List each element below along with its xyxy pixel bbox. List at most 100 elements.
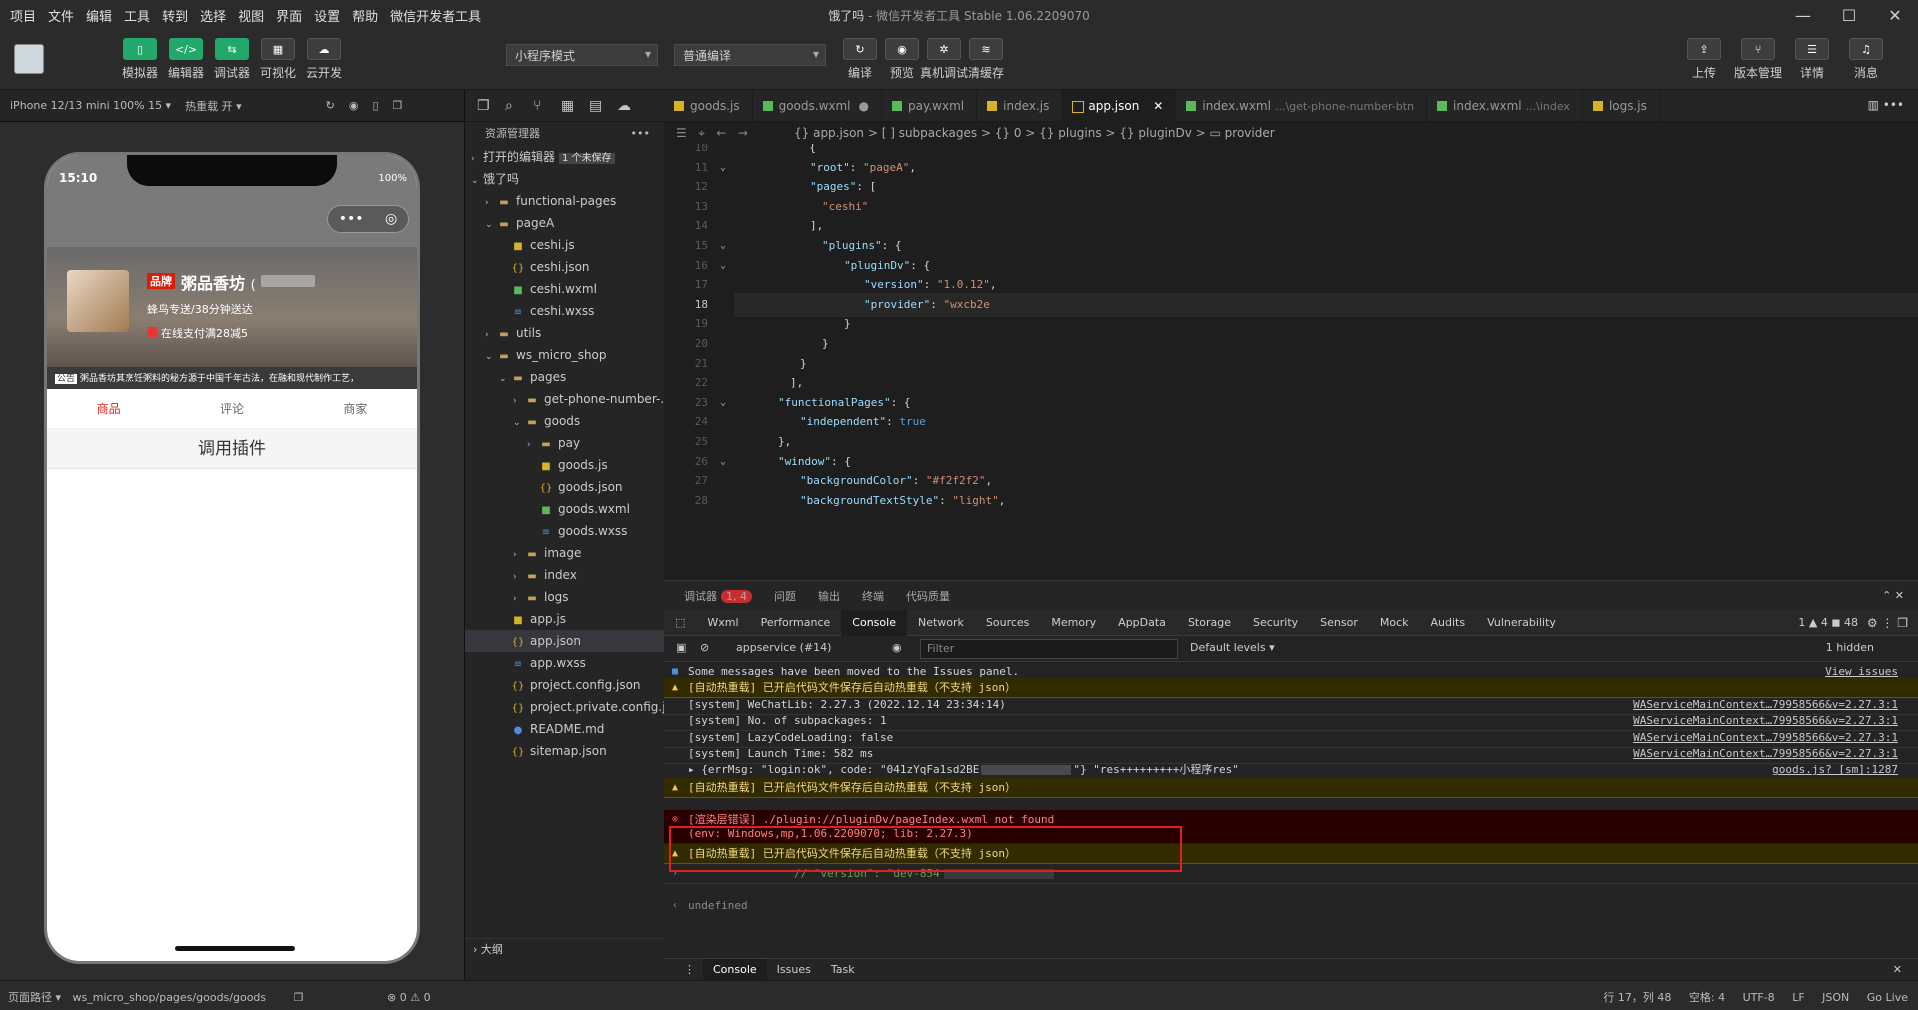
devtools-tab-audits[interactable]: Audits <box>1420 610 1477 636</box>
sidebar-toggle-icon[interactable]: ▣ <box>676 641 686 654</box>
menu-item[interactable]: 帮助 <box>352 6 378 25</box>
eol[interactable]: LF <box>1792 991 1804 1004</box>
refresh-icon[interactable]: ↻ <box>326 99 335 112</box>
editor-tab[interactable]: goods.wxml ● <box>753 90 882 122</box>
file-tree-item[interactable]: ⌄ ▬ goods <box>465 410 664 432</box>
debug-tab[interactable]: 输出 <box>818 588 840 604</box>
editor-tab[interactable]: index.wxml ...\index <box>1427 90 1583 122</box>
encoding[interactable]: UTF-8 <box>1743 991 1775 1004</box>
file-tree-item[interactable]: › ▬ get-phone-number-... <box>465 388 664 410</box>
hot-reload-toggle[interactable]: 热重载 开 ▾ <box>185 98 242 114</box>
debug-tab[interactable]: 代码质量 <box>906 588 950 604</box>
project-root[interactable]: ⌄ 饿了吗 <box>465 168 664 190</box>
debug-tab[interactable]: 问题 <box>774 588 796 604</box>
devtools-tab-storage[interactable]: Storage <box>1177 610 1242 636</box>
more-icon[interactable]: ••• <box>339 211 364 227</box>
file-tree-item[interactable]: ≡ goods.wxss <box>465 520 664 542</box>
menu-item[interactable]: 微信开发者工具 <box>390 6 481 25</box>
page-path-select[interactable]: 页面路径 ▾ <box>8 991 61 1004</box>
devtools-tab-memory[interactable]: Memory <box>1040 610 1107 636</box>
call-plugin-button[interactable]: 调用插件 <box>47 429 417 469</box>
devtools-tab-performance[interactable]: Performance <box>750 610 842 636</box>
editor-tab[interactable]: goods.js <box>664 90 753 122</box>
open-editors-section[interactable]: › 打开的编辑器 1 个未保存 <box>465 146 664 168</box>
eye-icon[interactable]: ◉ <box>892 641 902 654</box>
menu-item[interactable]: 选择 <box>200 6 226 25</box>
minimize-icon[interactable]: — <box>1780 0 1826 30</box>
settings-icon[interactable]: ⚙ ⋮ ❐ <box>1867 616 1908 630</box>
copy-icon[interactable]: ❐ <box>294 991 304 1004</box>
drawer-tab[interactable]: Task <box>821 959 865 981</box>
compile-button[interactable]: ↻ 编译 <box>836 38 884 81</box>
record-icon[interactable]: ◉ <box>349 99 359 112</box>
problems-count[interactable]: ⊗ 0 ⚠ 0 <box>387 991 431 1004</box>
device-select[interactable]: iPhone 12/13 mini 100% 15 ▾ <box>10 99 171 112</box>
devtools-tab-appdata[interactable]: AppData <box>1107 610 1177 636</box>
file-tree-item[interactable]: {} app.json <box>465 630 664 652</box>
mini-program-capsule[interactable]: ••• ◎ <box>327 205 409 233</box>
devtools-tab-network[interactable]: Network <box>907 610 975 636</box>
more-icon[interactable]: ••• <box>1879 98 1904 112</box>
file-tree-item[interactable]: ≡ app.wxss <box>465 652 664 674</box>
file-tree-item[interactable]: ■ ceshi.js <box>465 234 664 256</box>
mode-select[interactable]: 小程序模式 <box>506 44 658 66</box>
language-mode[interactable]: JSON <box>1822 991 1849 1004</box>
maximize-icon[interactable]: ☐ <box>1826 0 1872 30</box>
editor-tab[interactable]: index.wxml ...\get-phone-number-btn <box>1176 90 1428 122</box>
file-tree-item[interactable]: {} goods.json <box>465 476 664 498</box>
visual-toggle-button[interactable]: ▦ 可视化 <box>254 38 302 81</box>
preview-button[interactable]: ◉ 预览 <box>878 38 926 81</box>
menu-item[interactable]: 设置 <box>314 6 340 25</box>
close-circle-icon[interactable]: ◎ <box>385 211 397 227</box>
code-toggle-button[interactable]: </> 编辑器 <box>162 38 210 81</box>
file-tree-item[interactable]: ⌄ ▬ ws_micro_shop <box>465 344 664 366</box>
shop-tab[interactable]: 商品 <box>47 389 170 428</box>
file-tree-item[interactable]: ■ goods.wxml <box>465 498 664 520</box>
devtools-tab-console[interactable]: Console <box>841 609 907 636</box>
menu-item[interactable]: 工具 <box>124 6 150 25</box>
breadcrumb-nav-icons[interactable]: ☰ ⌖ ← → <box>676 122 748 144</box>
menu-item[interactable]: 文件 <box>48 6 74 25</box>
file-tree-item[interactable]: › ▬ image <box>465 542 664 564</box>
devtools-tab-sources[interactable]: Sources <box>975 610 1041 636</box>
window-icon[interactable]: ❐ <box>393 99 403 112</box>
file-tree-item[interactable]: ≡ ceshi.wxss <box>465 300 664 322</box>
shop-tab[interactable]: 评论 <box>170 389 293 428</box>
source-control-icon[interactable]: ⑂ <box>533 98 561 114</box>
devtools-tab-mock[interactable]: Mock <box>1369 610 1420 636</box>
file-tree-item[interactable]: › ▬ logs <box>465 586 664 608</box>
outline-section[interactable]: › 大纲 <box>465 938 664 960</box>
file-tree-item[interactable]: {} ceshi.json <box>465 256 664 278</box>
editor-tab[interactable]: index.js <box>977 90 1063 122</box>
compile-select[interactable]: 普通编译 <box>674 44 826 66</box>
menu-item[interactable]: 界面 <box>276 6 302 25</box>
file-tree-item[interactable]: › ▬ pay <box>465 432 664 454</box>
upload-button[interactable]: ⇪ 上传 <box>1680 38 1728 81</box>
file-tree-item[interactable]: {} project.private.config.js... <box>465 696 664 718</box>
phone-toggle-button[interactable]: ▯ 模拟器 <box>116 38 164 81</box>
file-tree-item[interactable]: ■ goods.js <box>465 454 664 476</box>
files-icon[interactable]: ❐ <box>477 98 505 114</box>
drawer-tab[interactable]: Console <box>703 958 767 981</box>
drawer-tab[interactable]: Issues <box>767 959 821 981</box>
menu-item[interactable]: 转到 <box>162 6 188 25</box>
message-button[interactable]: ♫ 消息 <box>1842 38 1890 81</box>
editor-tab[interactable]: app.json ✕ <box>1062 90 1177 122</box>
file-tree-item[interactable]: › ▬ functional-pages <box>465 190 664 212</box>
console-filter-input[interactable]: Filter <box>920 639 1178 659</box>
close-drawer-icon[interactable]: ✕ <box>1883 959 1912 981</box>
shop-tab[interactable]: 商家 <box>294 389 417 428</box>
file-tree-item[interactable]: ⌄ ▬ pages <box>465 366 664 388</box>
issue-counts[interactable]: 1 ▲ 4 ◼ 48 <box>1798 616 1858 629</box>
phone-icon[interactable]: ▯ <box>372 99 378 112</box>
extensions-icon[interactable]: ▦ <box>561 98 589 114</box>
search-icon[interactable]: ⌕ <box>505 98 533 114</box>
go-live-button[interactable]: Go Live <box>1867 991 1908 1004</box>
version-button[interactable]: ⑂ 版本管理 <box>1734 38 1782 81</box>
file-tree-item[interactable]: ■ app.js <box>465 608 664 630</box>
devtools-tab-security[interactable]: Security <box>1242 610 1309 636</box>
notice-bar[interactable]: 公告 粥品香坊其烹饪粥料的秘方源于中国千年古法，在融和现代制作工艺， <box>47 367 417 389</box>
page-path[interactable]: ws_micro_shop/pages/goods/goods <box>73 991 267 1004</box>
debug-tab[interactable]: 调试器 1, 4 <box>684 588 752 604</box>
indent-setting[interactable]: 空格: 4 <box>1689 991 1725 1004</box>
